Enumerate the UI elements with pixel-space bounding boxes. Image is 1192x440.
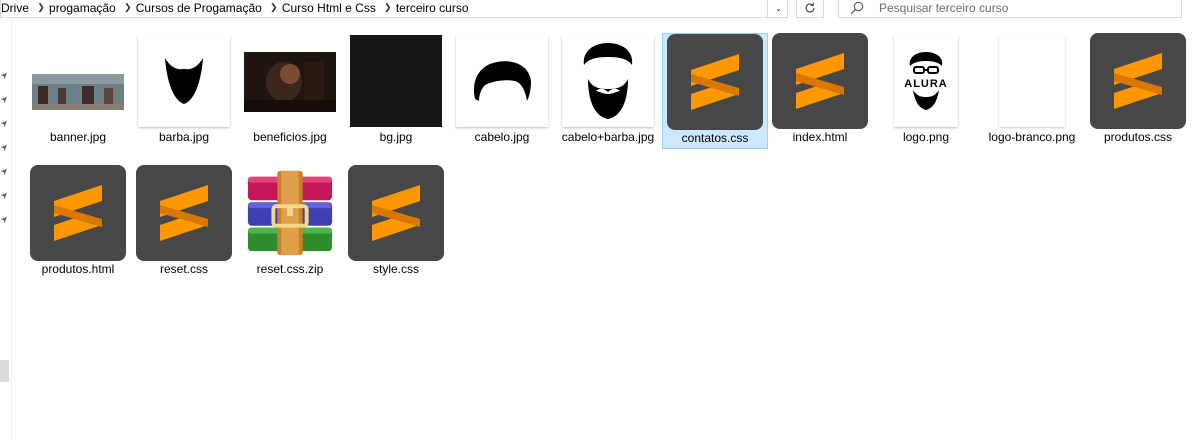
logo-text: ALURA [904, 78, 948, 90]
address-bar: Drive ❯ progamação ❯ Cursos de Progamaçã… [0, 0, 1192, 20]
image-thumbnail [32, 34, 124, 128]
chevron-right-icon[interactable]: ❯ [33, 2, 49, 13]
image-thumbnail [456, 34, 548, 128]
file-name: logo-branco.png [988, 130, 1076, 144]
address-dropdown-icon[interactable]: ⌄ [767, 0, 789, 18]
breadcrumb-item[interactable]: terceiro curso [396, 1, 473, 15]
file-name: cabelo+barba.jpg [561, 130, 655, 144]
chevron-right-icon[interactable]: ❯ [120, 2, 136, 13]
file-item[interactable]: cabelo.jpg [452, 34, 552, 160]
file-item[interactable]: index.html [770, 33, 870, 160]
breadcrumb-item[interactable]: Curso Html e Css [282, 1, 380, 15]
refresh-icon[interactable] [796, 0, 824, 18]
sublime-text-icon [136, 165, 232, 261]
file-item[interactable]: barba.jpg [134, 34, 234, 160]
sublime-text-icon [348, 165, 444, 261]
file-item[interactable]: style.css [346, 165, 446, 292]
image-thumbnail [986, 34, 1078, 128]
pin-icon: ➤ [0, 188, 11, 202]
beard-icon [913, 90, 939, 110]
chevron-right-icon[interactable]: ❯ [266, 2, 282, 13]
pin-icon: ➤ [0, 212, 11, 226]
file-name: style.css [372, 262, 419, 276]
breadcrumb-item[interactable]: Cursos de Progamação [136, 1, 266, 15]
image-thumbnail [562, 34, 654, 128]
file-name: bg.jpg [379, 130, 413, 144]
pin-icon: ➤ [0, 116, 11, 130]
file-item[interactable]: cabelo+barba.jpg [558, 34, 658, 160]
search-icon [850, 1, 864, 14]
file-item[interactable]: contatos.css [662, 33, 768, 149]
file-item[interactable]: reset.css.zip [240, 166, 340, 292]
file-item[interactable]: logo-branco.png [982, 34, 1082, 160]
search-input[interactable]: Pesquisar terceiro curso [879, 1, 1008, 15]
file-name: index.html [792, 130, 848, 144]
file-name: produtos.css [1103, 130, 1173, 144]
pin-icon: ➤ [0, 164, 11, 178]
file-name: banner.jpg [49, 130, 107, 144]
sublime-text-icon [1090, 33, 1186, 129]
scrollbar-thumb[interactable] [0, 360, 9, 382]
file-item[interactable]: produtos.html [28, 165, 128, 292]
file-name: barba.jpg [158, 130, 210, 144]
file-name: reset.css.zip [256, 262, 324, 276]
sublime-text-icon [30, 165, 126, 261]
file-name: beneficios.jpg [253, 130, 327, 144]
pin-icon: ➤ [0, 92, 11, 106]
image-thumbnail: ALURA [880, 34, 972, 128]
breadcrumb[interactable]: Drive ❯ progamação ❯ Cursos de Progamaçã… [0, 0, 788, 18]
chevron-right-icon[interactable]: ❯ [380, 2, 396, 13]
search-box[interactable]: Pesquisar terceiro curso [838, 0, 1182, 18]
winrar-archive-icon [244, 166, 336, 260]
file-item[interactable]: produtos.css [1088, 33, 1188, 160]
sublime-text-icon [772, 33, 868, 129]
image-thumbnail [138, 34, 230, 128]
file-item[interactable]: bg.jpg [346, 34, 446, 160]
file-name: logo.png [902, 130, 950, 144]
file-item[interactable]: banner.jpg [28, 34, 128, 160]
beard-icon [165, 58, 203, 104]
navigation-pane-edge: ➤ ➤ ➤ ➤ ➤ ➤ ➤ [0, 20, 12, 440]
image-thumbnail [244, 34, 336, 128]
sublime-text-icon [667, 34, 763, 130]
file-item[interactable]: beneficios.jpg [240, 34, 340, 160]
file-name: contatos.css [681, 131, 749, 145]
image-thumbnail [350, 34, 442, 128]
file-item[interactable]: reset.css [134, 165, 234, 292]
breadcrumb-item[interactable]: progamação [49, 1, 120, 15]
pin-icon: ➤ [0, 140, 11, 154]
file-name: reset.css [159, 262, 208, 276]
pin-icon: ➤ [0, 68, 11, 82]
file-name: produtos.html [41, 262, 115, 276]
breadcrumb-item[interactable]: Drive [1, 1, 33, 15]
file-item[interactable]: ALURA logo.png [876, 34, 976, 160]
file-name: cabelo.jpg [474, 130, 530, 144]
hair-icon [473, 61, 531, 101]
alura-logo-icon [909, 52, 943, 74]
hair-beard-icon [583, 43, 633, 119]
